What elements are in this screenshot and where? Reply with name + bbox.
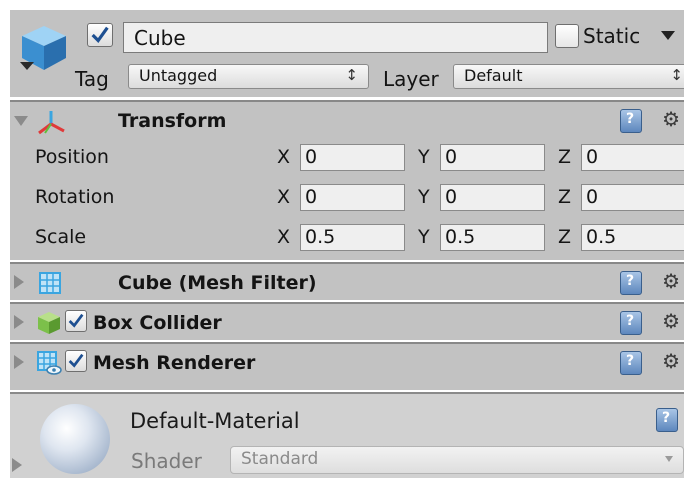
axis-x-label: X — [277, 226, 291, 248]
foldout-collapsed-icon[interactable] — [14, 315, 24, 329]
rotation-z-field[interactable]: 0 — [581, 184, 684, 211]
mesh-filter-component: Cube (Mesh Filter) ⚙ — [10, 262, 684, 300]
tag-value: Untagged — [139, 66, 218, 85]
transform-title[interactable]: Transform — [118, 110, 226, 132]
shader-value: Standard — [241, 449, 319, 469]
mesh-renderer-enabled-checkbox[interactable] — [65, 350, 87, 372]
mesh-renderer-icon — [37, 351, 62, 375]
transform-component: Transform ⚙ Position X 0 Y 0 Z 0 Rotatio… — [10, 100, 684, 260]
foldout-expanded-icon[interactable] — [14, 116, 28, 126]
axis-y-label: Y — [418, 226, 430, 248]
foldout-collapsed-icon[interactable] — [12, 458, 22, 472]
transform-axes-icon — [38, 111, 65, 135]
static-label: Static — [583, 24, 641, 48]
position-y-field[interactable]: 0 — [440, 144, 545, 171]
foldout-collapsed-icon[interactable] — [14, 275, 24, 289]
axis-z-label: Z — [558, 146, 572, 168]
mesh-grid-icon — [39, 272, 61, 294]
axis-x-label: X — [277, 186, 291, 208]
box-collider-title[interactable]: Box Collider — [93, 312, 222, 334]
gear-icon[interactable]: ⚙ — [662, 349, 680, 373]
mesh-filter-title[interactable]: Cube (Mesh Filter) — [118, 272, 317, 294]
position-label: Position — [35, 146, 109, 168]
updown-arrows-icon: ↕ — [670, 66, 683, 84]
shader-label: Shader — [131, 449, 202, 473]
rotation-x-field[interactable]: 0 — [300, 184, 405, 211]
scale-label: Scale — [35, 226, 87, 248]
axis-x-label: X — [277, 146, 291, 168]
updown-arrows-icon: ↕ — [345, 66, 358, 84]
gameobject-header: Cube Static Tag Untagged ↕ Layer Default… — [10, 10, 684, 97]
collider-cube-icon — [38, 312, 60, 334]
shader-dropdown[interactable]: Standard — [230, 446, 684, 474]
object-name-field[interactable]: Cube — [123, 22, 548, 53]
mesh-renderer-title[interactable]: Mesh Renderer — [93, 352, 255, 374]
material-name: Default-Material — [130, 409, 300, 433]
chevron-down-icon — [665, 456, 673, 462]
axis-y-label: Y — [418, 186, 430, 208]
position-x-field[interactable]: 0 — [300, 144, 405, 171]
inspector-panel: Cube Static Tag Untagged ↕ Layer Default… — [0, 0, 684, 478]
help-icon[interactable] — [620, 271, 642, 295]
help-icon[interactable] — [620, 351, 642, 375]
foldout-collapsed-icon[interactable] — [14, 355, 24, 369]
cube-icon — [20, 26, 66, 70]
static-checkbox[interactable] — [555, 24, 579, 48]
rotation-label: Rotation — [35, 186, 115, 208]
box-collider-component: Box Collider ⚙ — [10, 302, 684, 340]
layer-dropdown[interactable]: Default ↕ — [453, 64, 684, 89]
axis-z-label: Z — [558, 186, 572, 208]
layer-value: Default — [464, 66, 523, 85]
gear-icon[interactable]: ⚙ — [662, 309, 680, 333]
tag-dropdown[interactable]: Untagged ↕ — [128, 64, 369, 89]
gear-icon[interactable]: ⚙ — [662, 269, 680, 293]
mesh-renderer-component: Mesh Renderer ⚙ — [10, 342, 684, 390]
position-z-field[interactable]: 0 — [581, 144, 684, 171]
tag-label: Tag — [75, 67, 109, 91]
scale-z-field[interactable]: 0.5 — [581, 224, 684, 251]
rotation-y-field[interactable]: 0 — [440, 184, 545, 211]
help-icon[interactable] — [620, 311, 642, 335]
axis-z-label: Z — [558, 226, 572, 248]
static-dropdown-arrow-icon[interactable] — [661, 31, 675, 40]
gear-icon[interactable]: ⚙ — [662, 107, 680, 131]
active-checkbox[interactable] — [87, 23, 113, 47]
material-section: Default-Material Shader Standard — [10, 392, 684, 478]
scale-y-field[interactable]: 0.5 — [440, 224, 545, 251]
help-icon[interactable] — [656, 408, 678, 432]
layer-label: Layer — [383, 67, 439, 91]
help-icon[interactable] — [620, 109, 642, 133]
axis-y-label: Y — [418, 146, 430, 168]
material-preview-sphere — [40, 404, 110, 474]
box-collider-enabled-checkbox[interactable] — [65, 310, 87, 332]
scale-x-field[interactable]: 0.5 — [300, 224, 405, 251]
